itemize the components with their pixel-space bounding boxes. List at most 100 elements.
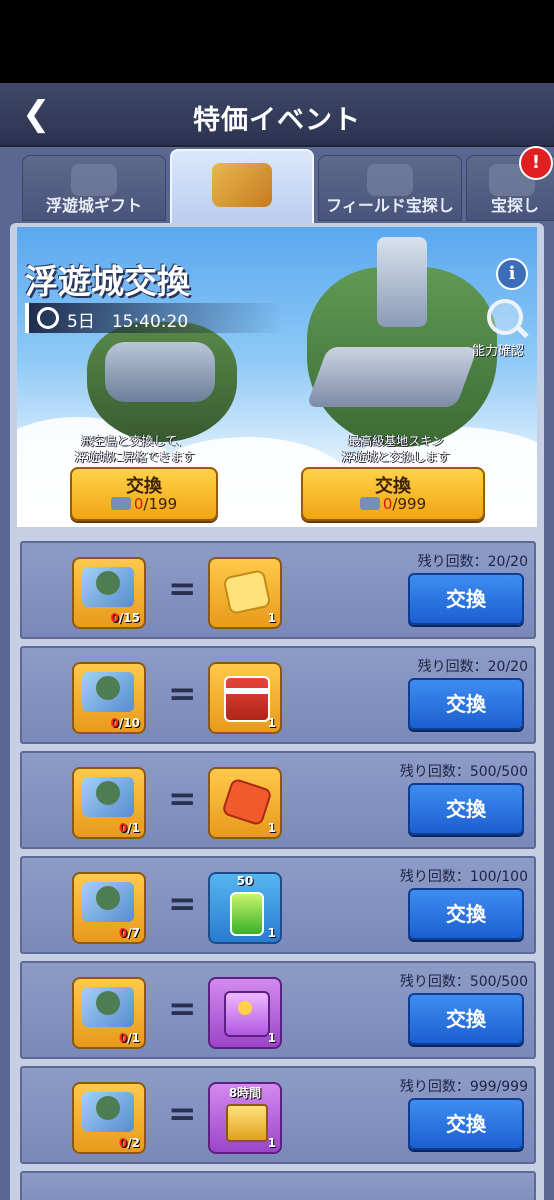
right-description: 最高級基地スキン 浮遊城と交換します	[281, 433, 511, 465]
cost-count: 0/1	[118, 821, 140, 835]
exchange-row: 0/2 = 8時間 1 残り回数：999/999 交換	[20, 1066, 536, 1164]
left-description: 飛空島と交換して、 浮遊城に昇格できます	[20, 433, 250, 465]
tab-label: 浮遊城ギフト	[45, 196, 142, 215]
castle-ticket-item[interactable]: 0/2	[72, 1082, 146, 1154]
chest-lock	[238, 1001, 252, 1015]
owned-count: 0	[133, 495, 144, 513]
exchange-row: 0/15 = 1 残り回数：20/20 交換	[20, 541, 536, 639]
book-shape	[226, 1104, 268, 1142]
tab-castle-exchange[interactable]	[170, 149, 314, 225]
reward-quantity: 1	[267, 716, 276, 730]
castle-runway	[306, 347, 478, 407]
reward-duration: 8時間	[228, 1086, 262, 1100]
exchange-button[interactable]: 交換	[408, 783, 524, 835]
timer-value: 5日 15:40:20	[67, 312, 189, 332]
puzzle-piece-icon[interactable]: 1	[208, 557, 282, 629]
clock-icon	[37, 307, 59, 329]
required-count: /199	[143, 495, 178, 513]
reward-quantity: 1	[267, 1031, 276, 1045]
sky-island-base	[105, 342, 215, 402]
cost-count: 0/1	[118, 1031, 140, 1045]
equals-sign: =	[168, 569, 197, 609]
castle-ticket-icon	[82, 672, 134, 712]
gift-box-icon[interactable]: 1	[208, 662, 282, 734]
energy-battery-icon[interactable]: 50 1	[208, 872, 282, 944]
tab-label: 宝探し	[491, 196, 540, 215]
desc-line: 最高級基地スキン	[348, 434, 444, 448]
screen: ❮ 特価イベント 浮遊城ギフト フィールド宝探し 宝探し ! 浮遊城交換 5日 …	[0, 83, 554, 1200]
reward-quantity: 1	[267, 611, 276, 625]
exchange-island-button[interactable]: 交換 0/199	[70, 467, 218, 521]
exchange-button[interactable]: 交換	[408, 573, 524, 625]
equals-sign: =	[168, 779, 197, 819]
reward-amount: 50	[236, 874, 254, 888]
exchange-castle-button[interactable]: 交換 0/999	[301, 467, 485, 521]
exchange-row: 0/1 = 1 残り回数：500/500 交換	[20, 751, 536, 849]
ticket-icon	[110, 497, 131, 510]
magnifier-handle	[515, 324, 529, 339]
puzzle-shape	[222, 569, 272, 615]
castle-ticket-icon	[82, 882, 134, 922]
exchange-row-partial	[20, 1171, 536, 1200]
equals-sign: =	[168, 884, 197, 924]
remaining-count: 残り回数：999/999	[399, 1079, 528, 1095]
castle-ticket-icon	[82, 567, 134, 607]
castle-tower	[377, 237, 427, 327]
time-book-icon[interactable]: 8時間 1	[208, 1082, 282, 1154]
exchange-button[interactable]: 交換	[408, 1098, 524, 1150]
remaining-count: 残り回数：20/20	[417, 554, 528, 570]
remaining-count: 残り回数：500/500	[399, 974, 528, 990]
reward-quantity: 1	[267, 1136, 276, 1150]
desc-line: 浮遊城と交換します	[341, 450, 450, 464]
remaining-count: 残り回数：20/20	[417, 659, 528, 675]
required-count: /999	[392, 495, 427, 513]
castle-ticket-item[interactable]: 0/10	[72, 662, 146, 734]
equals-sign: =	[168, 1094, 197, 1134]
equals-sign: =	[168, 674, 197, 714]
exchange-button[interactable]: 交換	[408, 993, 524, 1045]
cost-display: 0/999	[303, 495, 483, 513]
remaining-count: 残り回数：100/100	[399, 869, 528, 885]
exchange-button[interactable]: 交換	[408, 888, 524, 940]
castle-ticket-icon	[82, 1092, 134, 1132]
puzzle-shape	[221, 777, 273, 827]
battery-shape	[230, 892, 264, 936]
remaining-count: 残り回数：500/500	[399, 764, 528, 780]
ticket-icon	[359, 497, 380, 510]
cost-display: 0/199	[72, 495, 216, 513]
box-ribbon	[224, 688, 270, 694]
cost-count: 0/15	[110, 611, 140, 625]
owned-count: 0	[382, 495, 393, 513]
alert-badge-icon: !	[519, 146, 553, 180]
exchange-row: 0/10 = 1 残り回数：20/20 交換	[20, 646, 536, 744]
castle-ticket-item[interactable]: 0/7	[72, 872, 146, 944]
box-shape	[224, 676, 270, 722]
purple-chest-icon[interactable]: 1	[208, 977, 282, 1049]
event-timer: 5日 15:40:20	[25, 303, 284, 333]
desc-line: 飛空島と交換して、	[81, 434, 189, 448]
castle-ticket-icon	[82, 987, 134, 1027]
exchange-row: 0/7 = 50 1 残り回数：100/100 交換	[20, 856, 536, 954]
red-puzzle-piece-icon[interactable]: 1	[208, 767, 282, 839]
equals-sign: =	[168, 989, 197, 1029]
tab-field-treasure[interactable]: フィールド宝探し	[318, 155, 462, 221]
exchange-button[interactable]: 交換	[408, 678, 524, 730]
castle-ticket-item[interactable]: 0/15	[72, 557, 146, 629]
tab-bar: 浮遊城ギフト フィールド宝探し 宝探し	[0, 147, 554, 225]
ability-check-label[interactable]: 能力確認	[472, 340, 524, 359]
info-icon[interactable]: i	[496, 258, 528, 290]
tab-castle-gift[interactable]: 浮遊城ギフト	[22, 155, 166, 221]
cost-count: 0/7	[118, 926, 140, 940]
event-banner: 浮遊城交換 5日 15:40:20 i 能力確認 飛空島と交換して、 浮遊城に昇…	[17, 227, 537, 527]
banner-title: 浮遊城交換	[25, 262, 190, 301]
reward-quantity: 1	[267, 821, 276, 835]
tab-label: フィールド宝探し	[326, 196, 454, 215]
page-title: 特価イベント	[193, 105, 361, 136]
desc-line: 浮遊城に昇格できます	[74, 450, 195, 464]
castle-ticket-item[interactable]: 0/1	[72, 977, 146, 1049]
castle-ticket-icon	[212, 163, 272, 207]
reward-quantity: 1	[267, 926, 276, 940]
cost-count: 0/2	[118, 1136, 140, 1150]
cost-count: 0/10	[110, 716, 140, 730]
castle-ticket-item[interactable]: 0/1	[72, 767, 146, 839]
